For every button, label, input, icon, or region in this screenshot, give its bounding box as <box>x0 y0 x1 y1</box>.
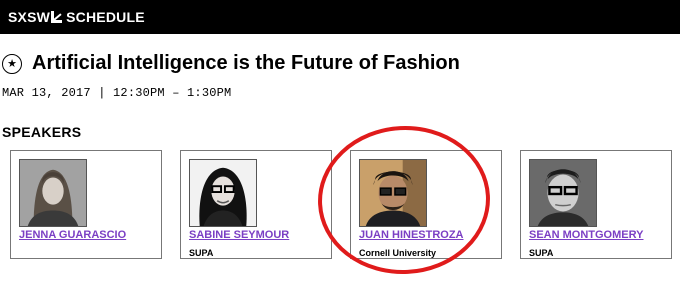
speaker-card[interactable]: SEAN MONTGOMERY SUPA <box>520 150 672 259</box>
speaker-org: Cornell University <box>359 248 437 258</box>
favorite-star-button[interactable]: ★ <box>2 54 22 74</box>
speaker-photo[interactable] <box>19 159 87 227</box>
sxsw-logo[interactable]: SXSW SCHEDULE <box>8 9 145 25</box>
brand-sxsw: SXSW <box>8 9 51 25</box>
speaker-photo[interactable] <box>359 159 427 227</box>
star-icon: ★ <box>7 57 17 70</box>
speaker-card[interactable]: SABINE SEYMOUR SUPA <box>180 150 332 259</box>
session-title: Artificial Intelligence is the Future of… <box>32 52 460 74</box>
speaker-org: SUPA <box>189 248 214 258</box>
brand-schedule: SCHEDULE <box>66 9 145 25</box>
session-datetime: MAR 13, 2017 | 12:30PM – 1:30PM <box>2 86 232 100</box>
speaker-photo[interactable] <box>529 159 597 227</box>
sxsw-logo-icon <box>51 11 63 23</box>
speaker-card[interactable]: JUAN HINESTROZA Cornell University <box>350 150 502 259</box>
speaker-name-link[interactable]: JENNA GUARASCIO <box>19 229 126 241</box>
speakers-heading: SPEAKERS <box>2 124 82 140</box>
speaker-name-link[interactable]: SABINE SEYMOUR <box>189 229 289 241</box>
speaker-photo[interactable] <box>189 159 257 227</box>
speaker-name-link[interactable]: SEAN MONTGOMERY <box>529 229 644 241</box>
speaker-card[interactable]: JENNA GUARASCIO <box>10 150 162 259</box>
speaker-name-link[interactable]: JUAN HINESTROZA <box>359 229 464 241</box>
speaker-org: SUPA <box>529 248 554 258</box>
top-bar: SXSW SCHEDULE <box>0 0 680 34</box>
